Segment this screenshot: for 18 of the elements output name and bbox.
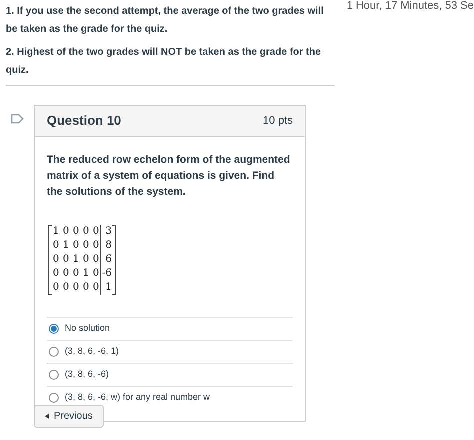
instruction-text: 2. Highest of the two grades will NOT be taken as the grade for the quiz.	[6, 46, 322, 78]
option-label: (3, 8, 6, -6, 1)	[65, 345, 120, 358]
question-text: The reduced row echelon form of the augmented matrix of a system of equations is given. Find the solutions of the system.	[47, 153, 292, 200]
radio-button[interactable]	[49, 393, 59, 403]
augmented-matrix: 1 0 0 0 0 0 1 0 0 0 0 0 1 0 0 0 0 0 1 0 0 0 0 0 0 3 8 6 -6 1	[48, 225, 116, 295]
instruction-text: 1. If you use the second attempt, the average of the two grades will be taken as the grade for the quiz.	[6, 5, 325, 37]
timer-text: 1 Hour, 17 Minutes, 53 Se	[346, 0, 474, 12]
radio-button[interactable]	[49, 370, 59, 380]
option-label: No solution	[65, 322, 110, 336]
flag-icon[interactable]	[10, 114, 24, 124]
radio-button[interactable]	[49, 347, 59, 357]
radio-button[interactable]	[49, 324, 59, 334]
option-label: (3, 8, 6, -6, w) for any real number w	[65, 391, 210, 404]
points-text: 10 pts	[263, 114, 293, 129]
question-title: Question 10	[47, 112, 122, 130]
caret-icon	[45, 414, 49, 419]
option-label: (3, 8, 6, -6)	[65, 368, 110, 382]
previous-button[interactable]: Previous	[34, 405, 104, 428]
